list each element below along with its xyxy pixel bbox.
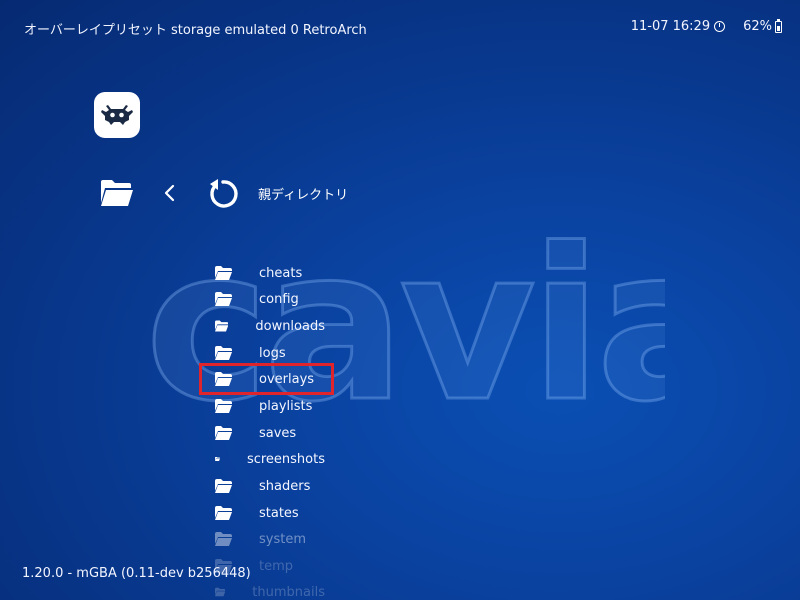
folder-icon xyxy=(215,587,226,597)
list-item-label: screenshots xyxy=(246,451,325,467)
folder-icon xyxy=(215,456,220,462)
list-item-saves[interactable]: saves xyxy=(215,422,325,444)
chevron-left-icon[interactable] xyxy=(160,182,180,204)
refresh-icon[interactable] xyxy=(206,177,240,211)
list-item-states[interactable]: states xyxy=(215,502,325,524)
list-item-label: system xyxy=(259,531,306,547)
folder-icon xyxy=(215,479,232,493)
list-item-downloads[interactable]: downloads xyxy=(215,315,325,337)
list-item-label: states xyxy=(259,505,299,521)
list-item-label: playlists xyxy=(259,398,313,414)
window-title: オーバーレイプリセット storage emulated 0 RetroArch xyxy=(24,23,367,38)
folder-icon xyxy=(101,180,133,206)
list-item-label: shaders xyxy=(259,478,311,494)
folder-icon xyxy=(215,266,232,280)
list-item-system[interactable]: system xyxy=(215,528,325,550)
list-item-label: saves xyxy=(259,425,297,441)
list-item-label: config xyxy=(259,291,299,307)
battery-level: 62% xyxy=(743,19,772,34)
folder-icon xyxy=(215,399,232,413)
list-item-screenshots[interactable]: screenshots xyxy=(215,448,325,470)
list-item-config[interactable]: config xyxy=(215,288,325,310)
selection-highlight xyxy=(199,363,334,395)
list-item-label: temp xyxy=(259,558,294,574)
battery-icon xyxy=(775,18,782,33)
folder-icon xyxy=(215,506,232,520)
folder-icon xyxy=(215,346,232,360)
list-item-shaders[interactable]: shaders xyxy=(215,475,325,497)
list-item-label: downloads xyxy=(255,318,325,334)
list-item-playlists[interactable]: playlists xyxy=(215,395,325,417)
folder-icon xyxy=(215,320,229,332)
datetime: 11-07 16:29 xyxy=(630,19,711,34)
retroarch-logo-icon xyxy=(94,92,140,138)
parent-directory-item[interactable]: 親ディレクトリ xyxy=(258,184,348,203)
list-item-cheats[interactable]: cheats xyxy=(215,262,325,284)
list-item-label: thumbnails xyxy=(252,584,325,600)
version-info: 1.20.0 - mGBA (0.11-dev b256448) xyxy=(22,566,251,581)
status-bar: 11-07 16:29 62% xyxy=(630,18,782,34)
list-item-label: logs xyxy=(259,345,286,361)
list-item-thumbnails[interactable]: thumbnails xyxy=(215,581,325,600)
folder-icon xyxy=(215,426,232,440)
clock-icon xyxy=(714,21,726,32)
list-item-logs[interactable]: logs xyxy=(215,342,325,364)
list-item-label: cheats xyxy=(259,265,303,281)
folder-icon xyxy=(215,532,232,546)
folder-icon xyxy=(215,292,232,306)
